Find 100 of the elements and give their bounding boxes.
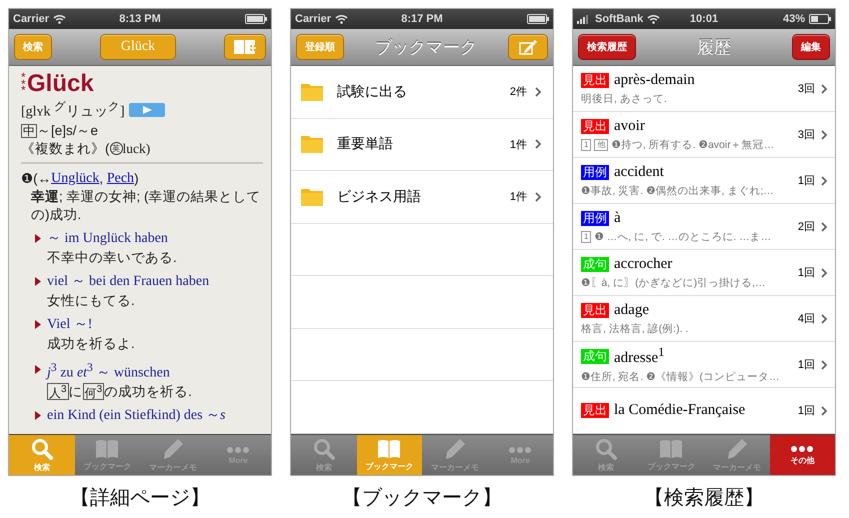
example-translation: 不幸中の幸いである. xyxy=(47,248,177,267)
lookup-count: 1回 xyxy=(798,404,815,418)
battery-icon xyxy=(245,14,267,24)
entry-tag: 用例 xyxy=(581,164,609,180)
lookup-count: 2回 xyxy=(798,220,815,234)
closing-paren: ) xyxy=(134,170,139,188)
chevron-icon xyxy=(821,268,827,278)
history-row[interactable]: 用例 accident ❶事故, 災害. ❷偶然の出来事, まぐれ;… 1回 xyxy=(573,158,835,204)
triangle-bullet-icon xyxy=(35,234,41,243)
antonym-mark: (↔ xyxy=(33,170,52,188)
gloss: ❶持つ, 所有する. ❷avoir＋無冠… xyxy=(611,138,774,152)
folder-icon xyxy=(301,82,323,101)
label-mark: 1 xyxy=(581,138,592,150)
entry-tag: 成句 xyxy=(581,256,609,272)
status-time: 10:01 xyxy=(690,13,718,25)
usage-note: 《複数まれ》( xyxy=(21,140,110,158)
chevron-icon xyxy=(821,406,827,416)
wifi-icon xyxy=(335,14,348,24)
item-count: 1件 xyxy=(510,138,527,152)
history-word: avoir xyxy=(614,118,645,134)
history-word: accrocher xyxy=(614,256,672,272)
language-mark: 英 xyxy=(110,142,122,156)
example-translation: 成功を祈るよ. xyxy=(47,334,135,353)
history-row[interactable]: 成句 accrocher ❶〖à, に〗(かぎなどに)引っ掛ける,… 1回 xyxy=(573,250,835,296)
gloss: ❶事故, 災害. ❷偶然の出来事, まぐれ;… xyxy=(581,184,774,198)
chevron-icon xyxy=(821,222,827,232)
folder-row[interactable]: ビジネス用語 1件 xyxy=(291,171,553,224)
lookup-count: 1回 xyxy=(798,358,815,372)
wifi-icon xyxy=(647,14,660,24)
add-bookmark-button[interactable] xyxy=(224,34,266,60)
history-row[interactable]: 見出 avoir 1 他 ❶持つ, 所有する. ❷avoir＋無冠… 3回 xyxy=(573,112,835,158)
gloss: ❶ …へ, に, で. …のところに. …ま… xyxy=(594,230,772,244)
chevron-icon xyxy=(535,192,541,202)
history-word: adage xyxy=(614,302,649,318)
entry-tag: 見出 xyxy=(581,118,609,134)
more-icon xyxy=(790,444,814,452)
entry-tag: 見出 xyxy=(581,302,609,318)
folder-icon xyxy=(301,135,323,154)
book-plus-icon xyxy=(232,38,258,56)
screen-caption: 【詳細ページ】 xyxy=(70,486,210,511)
entry-tag: 見出 xyxy=(581,403,609,418)
example-phrase: j$^{3}$ zu et$^{3}$ ～ wünschen xyxy=(47,360,170,382)
lookup-count: 3回 xyxy=(798,82,815,96)
nav-title: 履歴 xyxy=(697,36,731,58)
lookup-count: 1回 xyxy=(798,174,815,188)
screen-caption: 【ブックマーク】 xyxy=(342,486,502,511)
antonym-link[interactable]: Unglück xyxy=(51,170,100,188)
lookup-count: 4回 xyxy=(798,312,815,326)
placeholder-mark: 何$^{3}$ xyxy=(82,383,104,400)
more-icon xyxy=(508,446,532,454)
search-icon xyxy=(312,438,335,460)
edit-button[interactable]: 編集 xyxy=(792,34,830,60)
status-time: 8:13 PM xyxy=(119,13,161,25)
folder-row[interactable]: 重要単語 1件 xyxy=(291,118,553,171)
tab[interactable]: その他 xyxy=(770,435,835,475)
chevron-icon xyxy=(821,176,827,186)
example-translation: に xyxy=(68,383,83,402)
wifi-icon xyxy=(53,14,66,24)
folder-icon xyxy=(301,188,323,206)
lookup-count: 1回 xyxy=(798,266,815,280)
history-row[interactable]: 用例 à 1 ❶ …へ, に, で. …のところに. …ま… 2回 xyxy=(573,204,835,250)
compose-button[interactable] xyxy=(508,34,548,60)
history-word: accident xyxy=(614,164,664,180)
sense-meaning: 幸運; 幸運の女神; (幸運の結果としての)成功. xyxy=(30,188,262,224)
chevron-icon xyxy=(821,84,827,94)
battery-icon xyxy=(527,14,549,24)
entry-tag: 用例 xyxy=(581,210,609,226)
history-row[interactable]: 成句 adresse$^{1}$ ❶住所, 宛名. ❷《情報》(コンピュータ… 1回 xyxy=(573,342,835,388)
chevron-icon xyxy=(535,139,541,150)
example-translation: 女性にもてる. xyxy=(47,292,135,310)
example-phrase: viel ～ bei den Frauen haben xyxy=(47,272,210,291)
folder-name: ビジネス用語 xyxy=(337,188,422,206)
folder-row[interactable]: 試験に出る 2件 xyxy=(291,66,553,118)
placeholder-mark: 人$^{3}$ xyxy=(47,383,69,400)
nav-button[interactable]: 検索履歴 xyxy=(578,34,636,60)
triangle-bullet-icon xyxy=(35,411,41,420)
more-icon xyxy=(226,446,250,454)
folder-name: 試験に出る xyxy=(337,82,408,101)
pronunciation: [glʏk $^{グ}$リュッ$^{ク}$] xyxy=(21,99,125,122)
search-icon xyxy=(594,438,617,460)
carrier-name: Carrier xyxy=(13,13,50,25)
antonym-link[interactable]: Pech xyxy=(106,170,134,188)
sense-number: ❶ xyxy=(21,170,34,188)
history-row[interactable]: 見出 après-demain 明後日, あさって. 3回 xyxy=(573,66,835,112)
play-button[interactable] xyxy=(128,102,165,117)
battery-icon xyxy=(809,14,831,24)
item-count: 2件 xyxy=(510,85,527,100)
chevron-icon xyxy=(821,130,827,140)
gloss: 明後日, あさって. xyxy=(581,92,667,106)
book-icon xyxy=(95,438,120,458)
chevron-icon xyxy=(535,86,541,97)
example-translation: の成功を祈る. xyxy=(104,383,192,402)
status-time: 8:17 PM xyxy=(401,13,443,25)
label-mark: 1 xyxy=(581,230,592,242)
battery-percent: 43% xyxy=(782,13,805,25)
history-row[interactable]: 見出 adage 格言, 法格言, 諺(例:). . 4回 xyxy=(573,296,835,342)
search-icon xyxy=(30,438,53,460)
gloss: ❶〖à, に〗(かぎなどに)引っ掛ける,… xyxy=(581,276,766,290)
triangle-bullet-icon xyxy=(35,320,41,329)
book-icon xyxy=(377,438,402,458)
